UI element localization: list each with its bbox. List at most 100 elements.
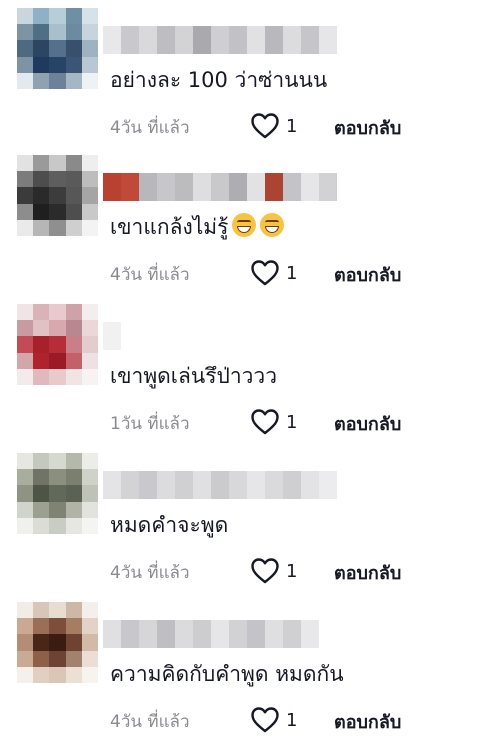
username-pixel bbox=[139, 26, 157, 54]
reply-button[interactable]: ตอบกลับ bbox=[334, 707, 401, 736]
avatar[interactable] bbox=[17, 453, 98, 534]
avatar[interactable] bbox=[17, 602, 98, 683]
avatar-pixel bbox=[33, 352, 50, 369]
avatar-pixel bbox=[33, 634, 50, 651]
avatar-pixel bbox=[33, 320, 50, 337]
avatar-pixel bbox=[33, 650, 50, 667]
avatar-pixel bbox=[49, 517, 66, 534]
avatar-pixel bbox=[49, 602, 66, 619]
avatar-pixel bbox=[65, 171, 82, 188]
avatar-pixel bbox=[81, 24, 98, 41]
avatar-pixel bbox=[81, 602, 98, 619]
avatar-pixel bbox=[33, 485, 50, 502]
avatar-pixel bbox=[65, 8, 82, 25]
avatar-pixel bbox=[33, 602, 50, 619]
reply-button[interactable]: ตอบกลับ bbox=[334, 409, 401, 438]
username-pixel bbox=[157, 471, 175, 499]
username-pixel bbox=[247, 471, 265, 499]
username-pixel bbox=[211, 173, 229, 201]
avatar-pixel bbox=[33, 453, 50, 470]
username-pixel bbox=[247, 26, 265, 54]
avatar-pixel bbox=[33, 187, 50, 204]
comment-text: เขาพูดเล่นรึป่าววว bbox=[110, 364, 277, 388]
comment-time: 4วัน ที่แล้ว bbox=[110, 265, 190, 285]
avatar-pixel bbox=[65, 219, 82, 236]
avatar-pixel bbox=[81, 171, 98, 188]
avatar-pixel bbox=[17, 517, 34, 534]
avatar-pixel bbox=[81, 304, 98, 321]
avatar-pixel bbox=[33, 336, 50, 353]
comment-text: หมดคำจะพูด bbox=[110, 513, 229, 537]
comment-item: อย่างละ 100 ว่าซ่านนน 4วัน ที่แล้ว 1 ตอบ… bbox=[0, 8, 500, 148]
avatar-pixel bbox=[81, 72, 98, 89]
avatar-pixel bbox=[81, 485, 98, 502]
avatar[interactable] bbox=[17, 155, 98, 236]
username-pixel bbox=[247, 173, 265, 201]
avatar-pixel bbox=[65, 666, 82, 683]
avatar-pixel bbox=[65, 187, 82, 204]
username-pixel bbox=[121, 26, 139, 54]
avatar-pixel bbox=[17, 602, 34, 619]
avatar-pixel bbox=[65, 618, 82, 635]
username-pixel bbox=[139, 173, 157, 201]
username-pixel bbox=[283, 471, 301, 499]
avatar-pixel bbox=[17, 8, 34, 25]
avatar-pixel bbox=[17, 336, 34, 353]
avatar-pixel bbox=[17, 155, 34, 172]
username-blurred[interactable] bbox=[103, 322, 121, 350]
avatar-pixel bbox=[17, 304, 34, 321]
like-button[interactable]: 1 bbox=[250, 259, 297, 287]
avatar[interactable] bbox=[17, 8, 98, 89]
avatar-pixel bbox=[17, 72, 34, 89]
username-pixel bbox=[175, 26, 193, 54]
username-pixel bbox=[157, 173, 175, 201]
reply-button[interactable]: ตอบกลับ bbox=[334, 113, 401, 142]
reply-button[interactable]: ตอบกลับ bbox=[334, 260, 401, 289]
username-pixel bbox=[301, 26, 319, 54]
avatar-pixel bbox=[33, 155, 50, 172]
avatar-pixel bbox=[17, 485, 34, 502]
avatar-pixel bbox=[33, 368, 50, 385]
avatar[interactable] bbox=[17, 304, 98, 385]
avatar-pixel bbox=[49, 72, 66, 89]
like-button[interactable]: 1 bbox=[250, 408, 297, 436]
username-pixel bbox=[301, 471, 319, 499]
reply-button[interactable]: ตอบกลับ bbox=[334, 558, 401, 587]
avatar-pixel bbox=[17, 320, 34, 337]
avatar-pixel bbox=[81, 469, 98, 486]
avatar-pixel bbox=[81, 501, 98, 518]
like-button[interactable]: 1 bbox=[250, 706, 297, 734]
username-pixel bbox=[103, 471, 121, 499]
username-blurred[interactable] bbox=[103, 471, 337, 499]
username-pixel bbox=[121, 620, 139, 648]
avatar-pixel bbox=[81, 56, 98, 73]
heart-icon bbox=[251, 260, 279, 286]
avatar-pixel bbox=[81, 618, 98, 635]
comment-text: ความคิดกับคำพูด หมดกัน bbox=[110, 662, 344, 686]
avatar-pixel bbox=[49, 187, 66, 204]
avatar-pixel bbox=[33, 72, 50, 89]
avatar-pixel bbox=[65, 469, 82, 486]
username-blurred[interactable] bbox=[103, 620, 319, 648]
username-pixel bbox=[229, 26, 247, 54]
avatar-pixel bbox=[49, 485, 66, 502]
avatar-pixel bbox=[17, 56, 34, 73]
avatar-pixel bbox=[17, 469, 34, 486]
username-pixel bbox=[103, 26, 121, 54]
avatar-pixel bbox=[49, 24, 66, 41]
avatar-pixel bbox=[17, 187, 34, 204]
avatar-pixel bbox=[49, 8, 66, 25]
like-button[interactable]: 1 bbox=[250, 112, 297, 140]
avatar-pixel bbox=[81, 336, 98, 353]
username-pixel bbox=[301, 173, 319, 201]
avatar-pixel bbox=[33, 40, 50, 57]
comment-meta: 1วัน ที่แล้ว 1 ตอบกลับ bbox=[110, 408, 440, 436]
like-button[interactable]: 1 bbox=[250, 557, 297, 585]
avatar-pixel bbox=[65, 203, 82, 220]
username-blurred[interactable] bbox=[103, 173, 337, 201]
avatar-pixel bbox=[17, 40, 34, 57]
username-blurred[interactable] bbox=[103, 26, 337, 54]
avatar-pixel bbox=[17, 618, 34, 635]
avatar-pixel bbox=[65, 56, 82, 73]
comment-item: ความคิดกับคำพูด หมดกัน 4วัน ที่แล้ว 1 ตอ… bbox=[0, 602, 500, 742]
